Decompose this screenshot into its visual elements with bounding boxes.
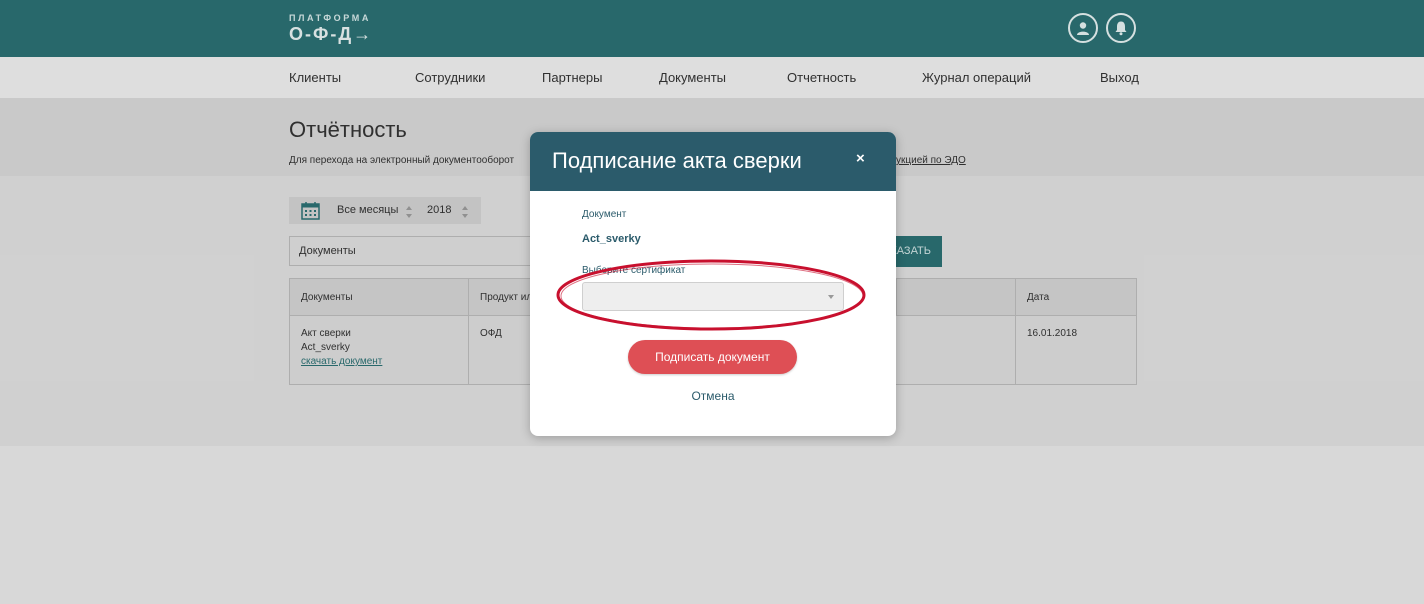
annotation-ellipse bbox=[556, 259, 866, 331]
document-label: Документ bbox=[582, 209, 627, 220]
close-icon[interactable]: × bbox=[856, 150, 865, 167]
modal-title: Подписание акта сверки bbox=[552, 148, 802, 173]
sign-document-button[interactable]: Подписать документ bbox=[628, 340, 797, 374]
document-name: Act_sverky bbox=[582, 233, 641, 245]
modal-header: Подписание акта сверки × bbox=[530, 132, 896, 191]
cancel-link[interactable]: Отмена bbox=[530, 389, 896, 403]
